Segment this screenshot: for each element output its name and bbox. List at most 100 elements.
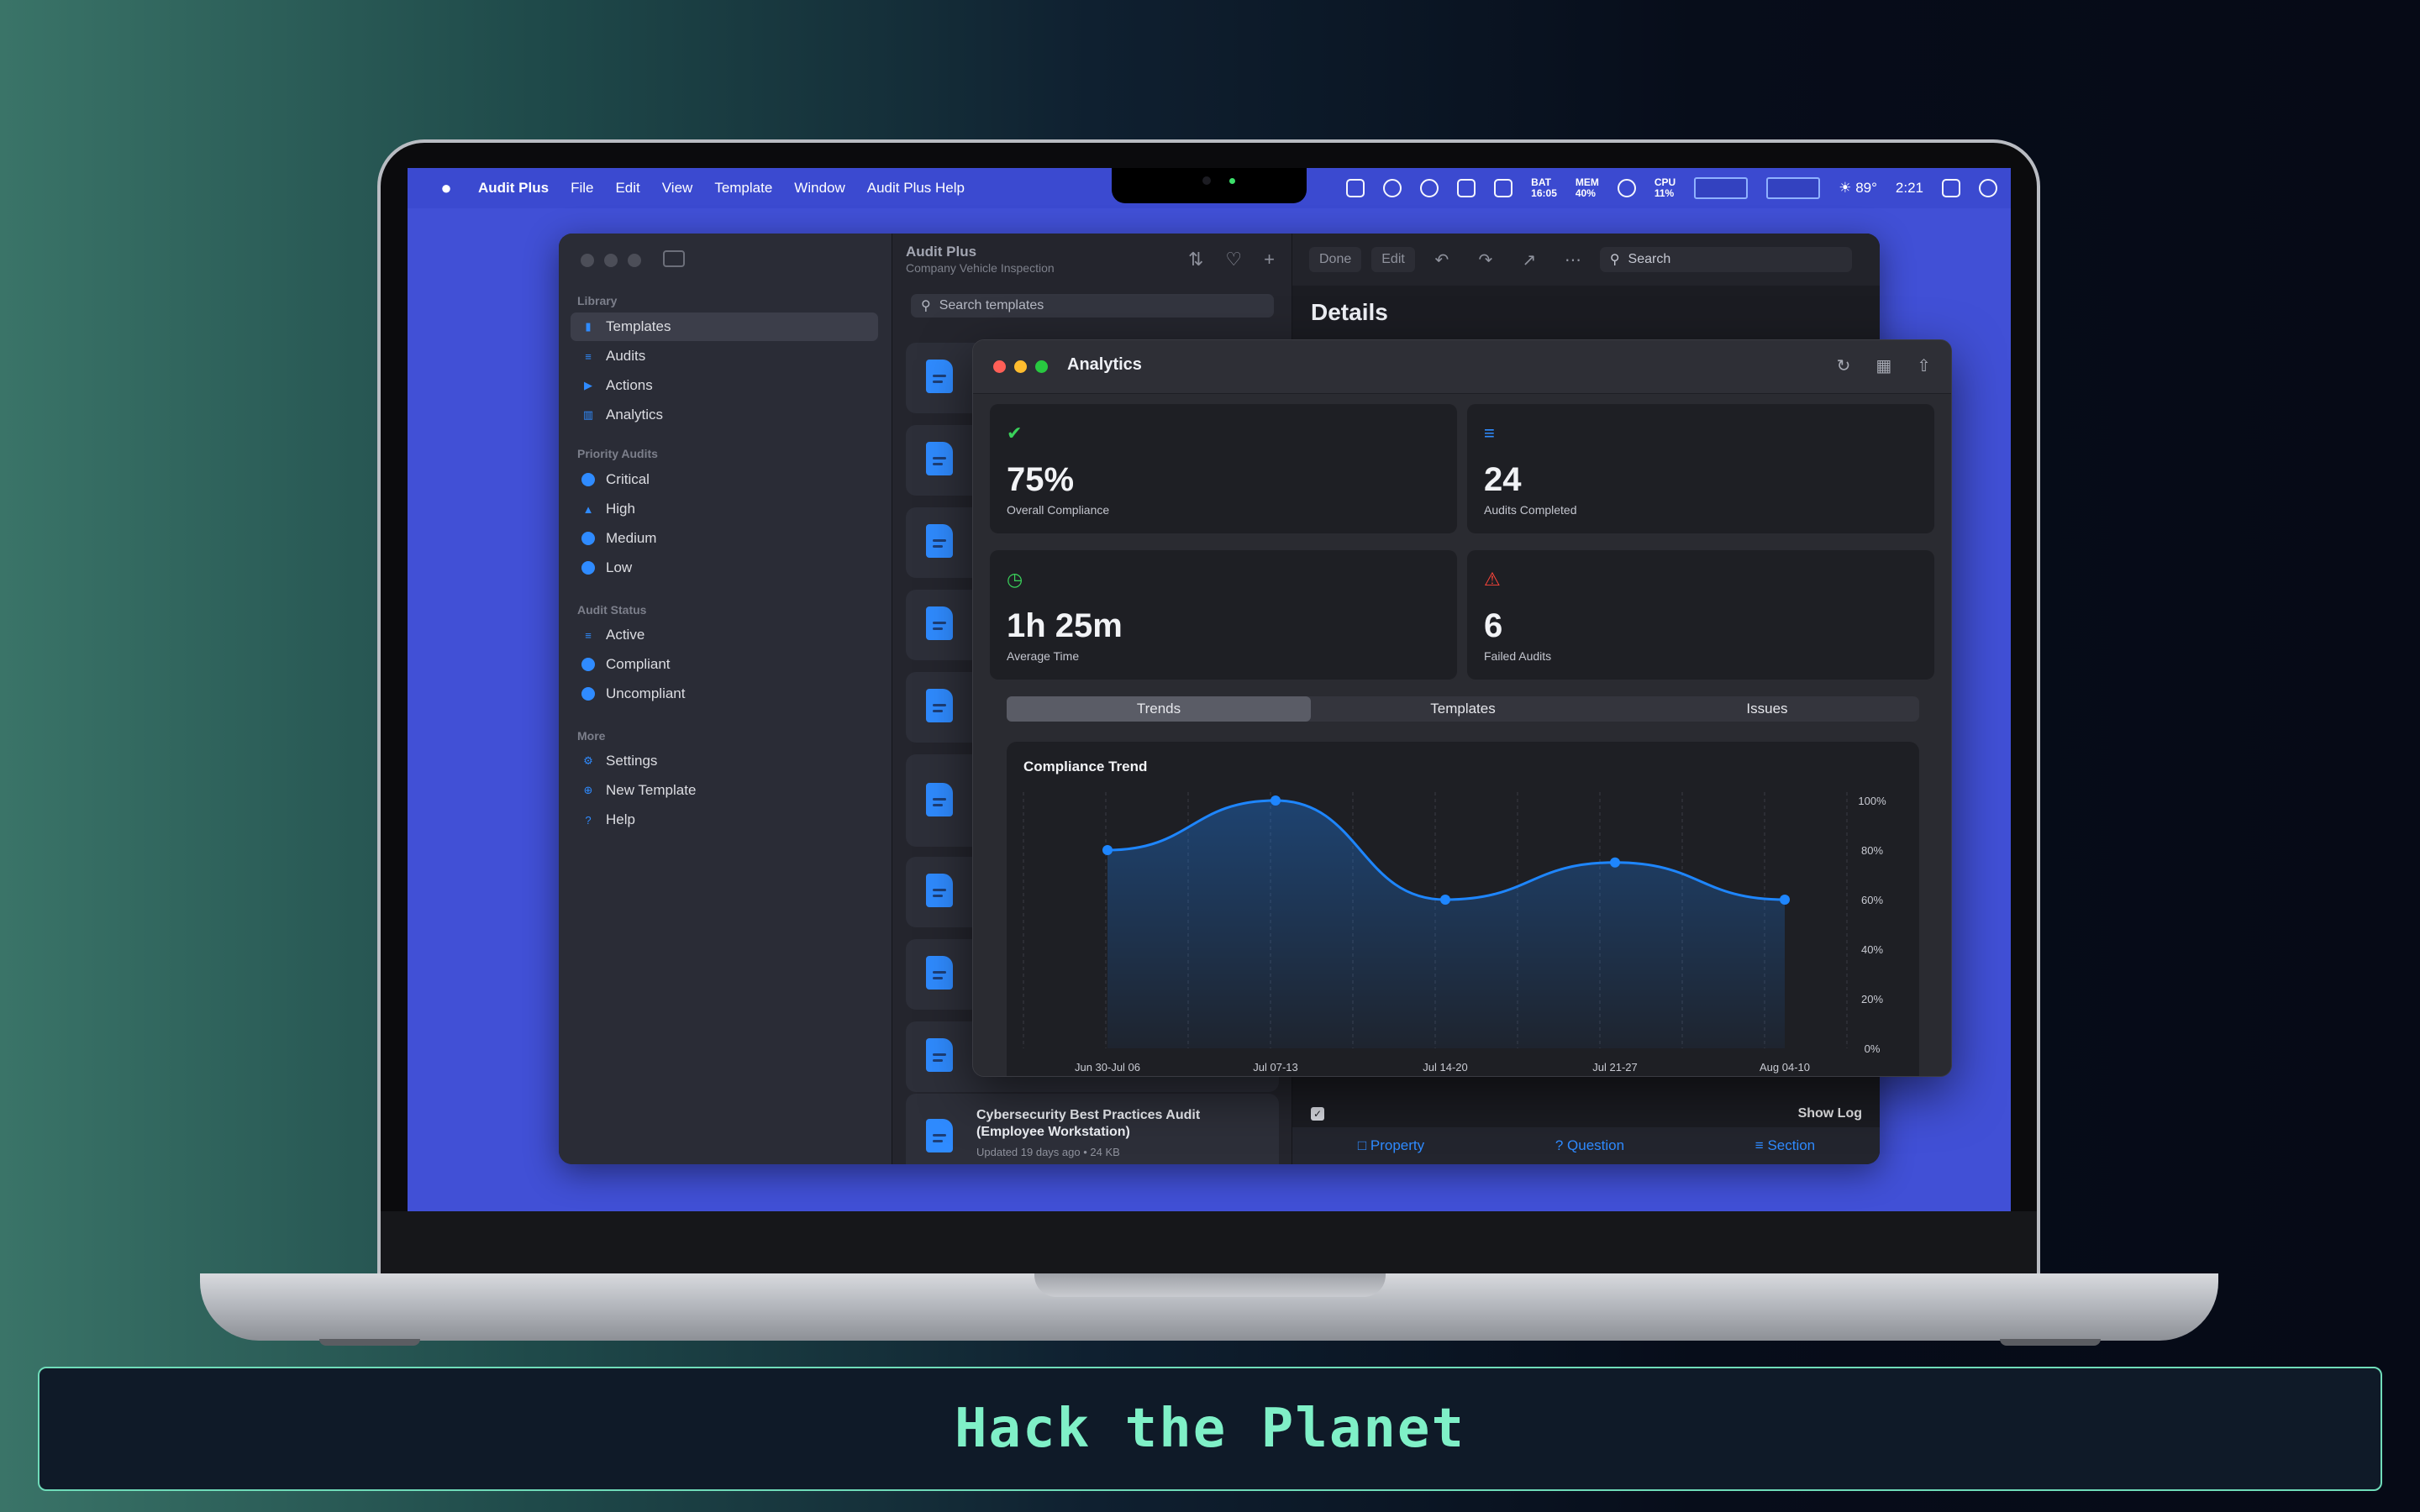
sidebar-item-active[interactable]: ≡ Active (571, 621, 878, 649)
analytics-titlebar: Analytics ↻ ▦ ⇧ (973, 340, 1951, 394)
sidebar-item-new-template[interactable]: ⊕ New Template (571, 776, 878, 805)
done-button[interactable]: Done (1309, 247, 1362, 272)
section-audit-status: Audit Status (577, 603, 647, 617)
sidebar-item-settings[interactable]: ⚙ Settings (571, 747, 878, 775)
sidebar-item-critical[interactable]: Critical (571, 465, 878, 494)
undo-icon[interactable]: ↶ (1425, 249, 1459, 270)
sidebar-item-uncompliant[interactable]: Uncompliant (571, 680, 878, 708)
data-point (1780, 895, 1790, 905)
sidebar-item-high[interactable]: ▲ High (571, 495, 878, 523)
sidebar-toggle-icon[interactable] (663, 250, 685, 267)
menu-view[interactable]: View (662, 180, 693, 197)
redo-icon[interactable]: ↷ (1469, 249, 1502, 270)
page-title: Details (1311, 299, 1388, 325)
sidebar-item-compliant[interactable]: Compliant (571, 650, 878, 679)
sidebar-item-low[interactable]: Low (571, 554, 878, 582)
sort-icon[interactable]: ⇅ (1188, 249, 1203, 270)
sidebar: Library ▮ Templates ≡ Audits ▶ Actions ▥ Ana… (559, 234, 892, 1164)
x-tick-label: Jul 07-13 (1253, 1061, 1297, 1074)
tab-issues[interactable]: Issues (1615, 696, 1919, 722)
detail-search-input[interactable]: ⚲ Search (1599, 247, 1852, 272)
document-icon (926, 874, 953, 907)
menu-template[interactable]: Template (714, 180, 772, 197)
document-icon (926, 1038, 953, 1072)
analytics-title: Analytics (1067, 355, 1142, 374)
sidebar-item-help[interactable]: ? Help (571, 806, 878, 834)
show-log-checkbox[interactable]: ✓ (1311, 1107, 1324, 1121)
cloud-icon[interactable] (1383, 179, 1402, 197)
list-item[interactable]: Cybersecurity Best Practices Audit (Empl… (906, 1094, 1279, 1164)
status-menus: BAT 16:05 MEM 40% CPU 11% ☀ 89° 2:21 (1346, 168, 1997, 208)
stat-tile-compliance: ✔ 75% Overall Compliance (990, 404, 1457, 533)
document-icon (926, 689, 953, 722)
sidebar-item-label: Settings (606, 753, 658, 769)
sidebar-item-actions[interactable]: ▶ Actions (571, 371, 878, 400)
minimize-button[interactable] (604, 254, 618, 267)
control-center-icon[interactable] (1942, 179, 1960, 197)
sidebar-item-label: High (606, 501, 635, 517)
add-section-button[interactable]: ≡ Section (1755, 1137, 1815, 1154)
apple-icon[interactable]: ● (429, 177, 463, 199)
weather-temp: 89° (1855, 180, 1877, 196)
show-log-row: ✓ Show Log (1292, 1100, 1880, 1127)
heart-icon[interactable]: ♡ (1225, 249, 1242, 270)
add-property-button[interactable]: □ Property (1358, 1137, 1424, 1154)
banner: Hack the Planet (38, 1367, 2382, 1491)
laptop-opening-notch (1034, 1273, 1386, 1297)
more-icon[interactable]: ⋯ (1556, 249, 1590, 270)
tab-trends[interactable]: Trends (1007, 696, 1311, 722)
menu-clock[interactable]: 2:21 (1896, 180, 1923, 197)
sidebar-item-audits[interactable]: ≡ Audits (571, 342, 878, 370)
stat-label: Audits Completed (1484, 503, 1577, 517)
tab-templates[interactable]: Templates (1311, 696, 1615, 722)
y-tick-label: 0% (1865, 1042, 1881, 1055)
expand-icon[interactable] (1457, 179, 1476, 197)
memory-status[interactable]: MEM 40% (1576, 177, 1599, 199)
circle-icon (581, 560, 596, 575)
close-button[interactable] (581, 254, 594, 267)
sidebar-item-templates[interactable]: ▮ Templates (571, 312, 878, 341)
screen: ● Audit Plus File Edit View Template Win… (408, 168, 2011, 1211)
list-title: Audit Plus (906, 244, 977, 260)
checkmark-circle-icon (581, 657, 596, 672)
refresh-icon[interactable]: ↻ (1837, 355, 1851, 376)
menu-window[interactable]: Window (794, 180, 844, 197)
minimize-button[interactable] (1014, 360, 1027, 373)
sync-icon[interactable] (1420, 179, 1439, 197)
chart-svg: 100% 80% 60% 40% 20% 0% Jun 30-Jul 06 Jul 07-13… (1023, 792, 1886, 1074)
list-item-meta: Updated 19 days ago • 24 KB (976, 1146, 1120, 1158)
add-icon[interactable]: + (1264, 249, 1275, 270)
cpu-status[interactable]: CPU 11% (1655, 177, 1676, 199)
search-templates-input[interactable]: ⚲ Search templates (911, 294, 1274, 318)
minus-circle-icon (581, 531, 596, 546)
menu-help[interactable]: Audit Plus Help (867, 180, 965, 197)
document-icon (926, 783, 953, 816)
zoom-button[interactable] (628, 254, 641, 267)
zoom-button[interactable] (1035, 360, 1048, 373)
trend-area (1107, 801, 1785, 1048)
sidebar-item-analytics[interactable]: ▥ Analytics (571, 401, 878, 429)
share-icon[interactable]: ⇧ (1917, 355, 1931, 376)
calendar-icon[interactable]: ▦ (1876, 355, 1891, 376)
sidebar-item-medium[interactable]: Medium (571, 524, 878, 553)
laptop-foot-right (2000, 1339, 2101, 1346)
close-button[interactable] (993, 360, 1006, 373)
add-question-button[interactable]: ? Question (1555, 1137, 1624, 1154)
battery-status[interactable]: BAT 16:05 (1531, 177, 1557, 199)
edit-button[interactable]: Edit (1371, 247, 1415, 272)
notification-icon[interactable] (1979, 179, 1997, 197)
window-controls (581, 254, 641, 267)
network-graph (1766, 177, 1821, 199)
document-icon (926, 524, 953, 558)
show-log-label[interactable]: Show Log (1798, 1106, 1862, 1121)
fullscreen-icon[interactable]: ↗ (1512, 249, 1546, 270)
y-tick-label: 100% (1858, 795, 1886, 807)
megaphone-icon: ▶ (584, 379, 592, 391)
menu-app-name[interactable]: Audit Plus (478, 180, 549, 197)
menu-edit[interactable]: Edit (615, 180, 639, 197)
menu-file[interactable]: File (571, 180, 593, 197)
pin-icon[interactable] (1494, 179, 1513, 197)
stat-label: Overall Compliance (1007, 503, 1110, 517)
weather-widget[interactable]: ☀ 89° (1839, 180, 1877, 197)
app-status-icon[interactable] (1346, 179, 1365, 197)
